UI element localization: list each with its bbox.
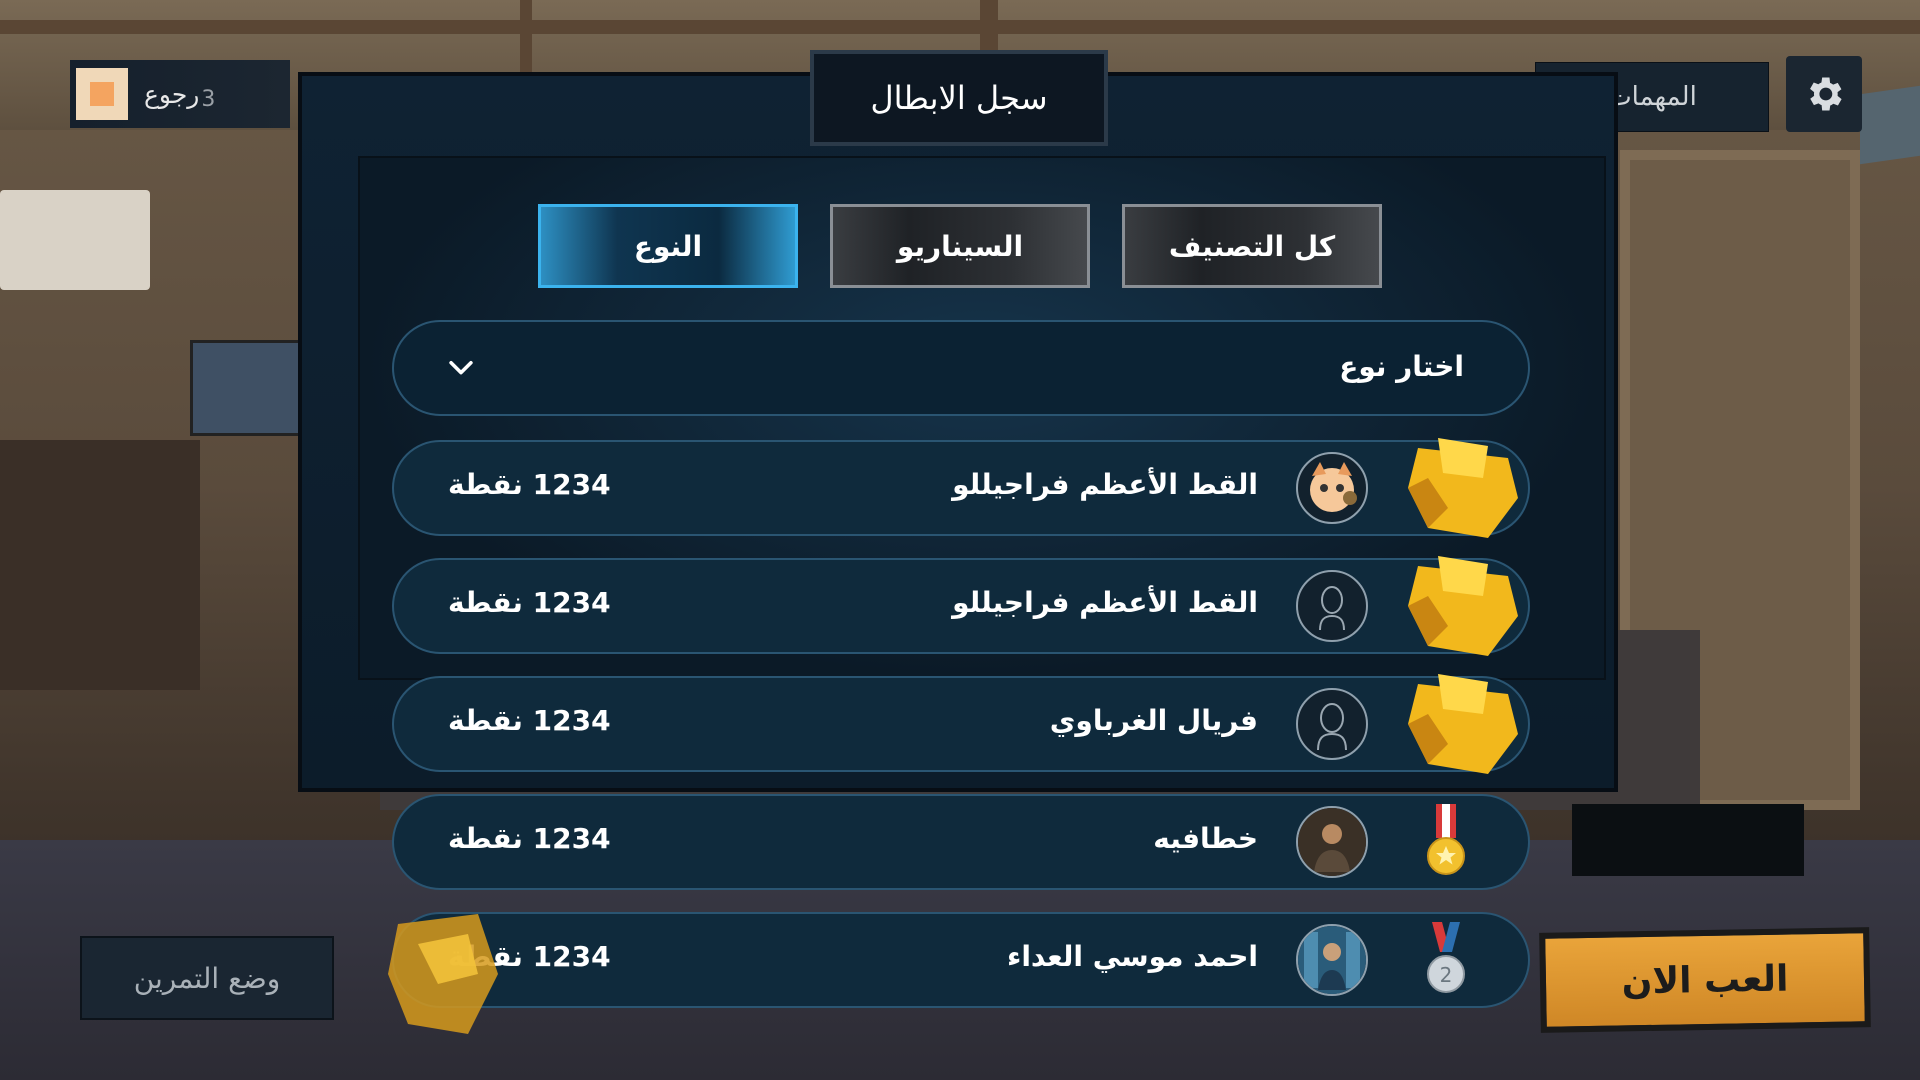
side-panel-block [1572, 804, 1804, 876]
photo-avatar [1296, 924, 1368, 996]
player-name: فريال الغرباوي [1049, 704, 1258, 737]
tab-all-rankings[interactable]: كل التصنيف [1122, 204, 1382, 288]
tab-scenario[interactable]: السيناريو [830, 204, 1090, 288]
leaderboard-row[interactable]: فريال الغرباوي 1234 نقطة [392, 674, 1530, 774]
back-label: رجوع [144, 79, 200, 109]
player-name: القط الأعظم فراجيللو [952, 468, 1258, 501]
player-score: 1234 نقطة [448, 822, 611, 855]
user-outline-avatar [1296, 688, 1368, 760]
player-score: 1234 نقطة [448, 704, 611, 737]
type-dropdown[interactable]: اختار نوع [392, 320, 1530, 416]
play-now-button[interactable]: العب الان [1539, 927, 1871, 1033]
gold-trophy-icon [1408, 674, 1518, 774]
dropdown-selected: اختار نوع [1339, 350, 1464, 383]
settings-button[interactable] [1786, 56, 1862, 132]
gold-trophy-icon [1408, 556, 1518, 656]
silver-medal-icon: 2 [1427, 922, 1465, 993]
gear-icon [1810, 77, 1842, 111]
player-score: 1234 نقطة [448, 586, 611, 619]
missions-label: المهمات [1607, 82, 1697, 112]
back-badge: 3 [201, 86, 216, 112]
panel-title-text: سجل الابطال [870, 79, 1048, 117]
player-name: احمد موسي العداء [1007, 940, 1258, 973]
gold-trophy-icon [388, 914, 498, 1034]
photo-avatar [1296, 806, 1368, 878]
back-button[interactable]: رجوع 3 [70, 60, 290, 128]
play-label: العب الان [1621, 958, 1789, 1002]
gold-medal-icon [1427, 804, 1465, 875]
chevron-down-icon [449, 360, 473, 375]
practice-mode-button[interactable]: وضع التمرين [80, 936, 334, 1020]
player-name: القط الأعظم فراجيللو [952, 586, 1258, 619]
player-score: 1234 نقطة [448, 468, 611, 501]
cat-avatar [1296, 452, 1368, 524]
tab-type[interactable]: النوع [538, 204, 798, 288]
leaderboard-row[interactable]: خطافيه 1234 نقطة [392, 794, 1530, 890]
leaderboard-row[interactable]: القط الأعظم فراجيللو 1234 نقطة [392, 438, 1530, 538]
leaderboard-row[interactable]: القط الأعظم فراجيللو 1234 نقطة [392, 556, 1530, 656]
tab-label: كل التصنيف [1168, 229, 1336, 263]
practice-label: وضع التمرين [133, 961, 281, 995]
tab-label: النوع [633, 229, 703, 263]
svg-text:2: 2 [1440, 963, 1453, 987]
user-outline-avatar [1296, 570, 1368, 642]
player-name: خطافيه [1153, 822, 1258, 855]
tab-label: السيناريو [896, 229, 1024, 263]
player-avatar [76, 68, 128, 120]
gold-trophy-icon [1408, 438, 1518, 538]
panel-title: سجل الابطال [810, 50, 1108, 146]
leaderboard-row[interactable]: 2 احمد موسي العداء 1234 نقطة [392, 912, 1530, 1008]
